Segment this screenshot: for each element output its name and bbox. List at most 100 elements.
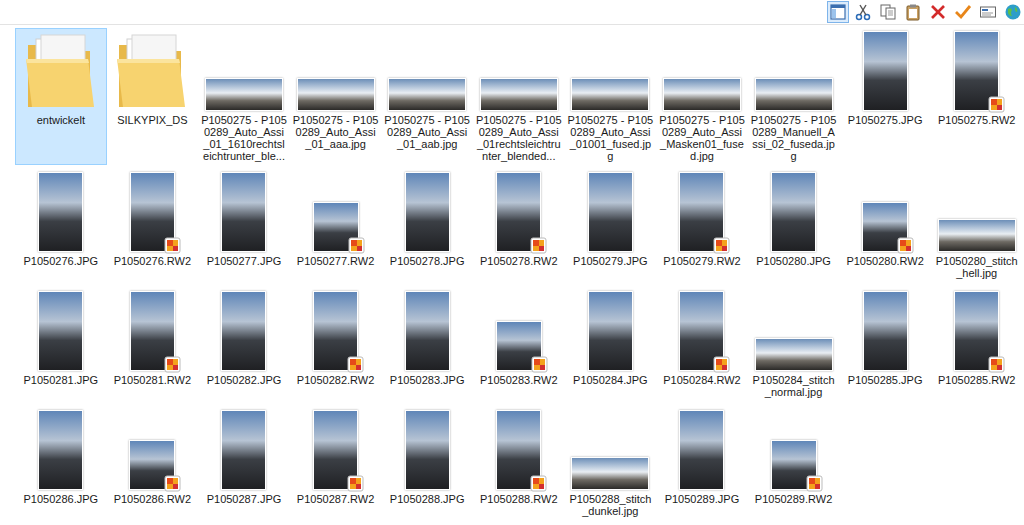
globe-icon [1004,3,1022,21]
file-item[interactable]: P1050275 - P1050289_Auto_Assi_Masken01_f… [656,28,748,165]
file-item[interactable]: P1050285.RW2 [931,288,1023,403]
file-name: P1050282.RW2 [293,374,379,400]
file-item[interactable]: P1050277.JPG [198,169,290,284]
file-item[interactable]: P1050284.JPG [565,288,657,403]
file-item[interactable]: P1050289.RW2 [748,407,840,522]
photo-thumbnail [480,78,558,111]
thumbnail-area [385,31,469,111]
photo-thumbnail [862,202,908,252]
file-item[interactable]: P1050285.JPG [839,288,931,403]
toolbar-button[interactable] [1002,1,1024,23]
delete-icon [929,3,947,21]
photo-thumbnail [771,440,817,490]
file-item[interactable]: P1050279.RW2 [656,169,748,284]
file-item[interactable]: P1050280_stitch_hell.jpg [931,169,1023,284]
file-name: P1050286.JPG [18,493,104,519]
file-name: P1050288_stitch_dunkel.jpg [567,493,653,519]
thumbnail-area [477,31,561,111]
file-name: P1050279.JPG [567,255,653,281]
raw-file-icon [347,356,364,373]
toolbar-button[interactable] [977,1,999,23]
file-item[interactable]: P1050286.JPG [15,407,107,522]
file-item[interactable]: P1050275 - P1050289_Auto_Assi_01rechtsle… [473,28,565,165]
raw-file-icon [164,475,181,492]
file-item[interactable]: P1050288_stitch_dunkel.jpg [565,407,657,522]
file-item[interactable]: P1050276.RW2 [107,169,199,284]
thumbnail-area [202,291,286,371]
file-item[interactable]: P1050283.RW2 [473,288,565,403]
file-item[interactable]: P1050277.RW2 [290,169,382,284]
toolbar-button[interactable] [827,1,849,23]
thumbnail-area [568,172,652,252]
folder-item[interactable]: entwickelt [15,28,107,165]
toolbar-button[interactable] [852,1,874,23]
thumbnail-area [568,291,652,371]
raw-file-icon [806,475,823,492]
photo-thumbnail [205,78,283,111]
file-name: P1050276.RW2 [109,255,195,281]
thumbnail-area [110,291,194,371]
file-item[interactable]: P1050281.RW2 [107,288,199,403]
photo-thumbnail [405,172,450,252]
file-item[interactable]: P1050275.RW2 [931,28,1023,165]
file-item[interactable]: P1050275 - P1050289_Auto_Assi_01001_fuse… [565,28,657,165]
file-item[interactable]: P1050276.JPG [15,169,107,284]
file-item[interactable]: P1050275.JPG [839,28,931,165]
photo-thumbnail [297,78,375,111]
file-item[interactable]: P1050279.JPG [565,169,657,284]
folder-icon [115,31,189,111]
photo-thumbnail [496,321,542,371]
file-item[interactable]: P1050278.JPG [381,169,473,284]
file-item[interactable]: P1050288.RW2 [473,407,565,522]
photo-thumbnail [221,172,266,252]
thumbnail-area [19,31,103,111]
file-name: P1050275 - P1050289_Auto_Assi_Masken01_f… [659,114,745,162]
raw-file-icon [531,356,548,373]
file-item[interactable]: P1050283.JPG [381,288,473,403]
photo-thumbnail [863,291,908,371]
photo-thumbnail [755,338,833,371]
toolbar-button[interactable] [877,1,899,23]
thumbnail-area [660,31,744,111]
thumbnail-area [19,291,103,371]
file-item[interactable]: P1050287.RW2 [290,407,382,522]
photo-thumbnail [679,172,724,252]
file-item[interactable]: P1050284.RW2 [656,288,748,403]
file-name: P1050275 - P1050289_Manuell_Assi_02_fuse… [751,114,837,162]
file-item[interactable]: P1050275 - P1050289_Manuell_Assi_02_fuse… [748,28,840,165]
photo-thumbnail [38,291,83,371]
thumbnail-area [294,31,378,111]
file-item[interactable]: P1050284_stitch_normal.jpg [748,288,840,403]
thumbnail-area [568,31,652,111]
file-item[interactable]: P1050281.JPG [15,288,107,403]
file-item[interactable]: P1050289.JPG [656,407,748,522]
file-item[interactable]: P1050288.JPG [381,407,473,522]
toolbar-button[interactable] [902,1,924,23]
file-item[interactable]: P1050282.RW2 [290,288,382,403]
raw-file-icon [347,475,364,492]
thumbnail-area [935,172,1019,252]
file-item[interactable]: P1050275 - P1050289_Auto_Assi_01_aaa.jpg [290,28,382,165]
thumbnail-area [19,172,103,252]
file-name: P1050280_stitch_hell.jpg [934,255,1020,281]
file-item[interactable]: P1050282.JPG [198,288,290,403]
photo-thumbnail [313,410,358,490]
file-name: P1050283.RW2 [476,374,562,400]
clipboard-icon [904,3,922,21]
thumbnail-area [752,31,836,111]
file-item[interactable]: P1050287.JPG [198,407,290,522]
file-item[interactable]: P1050278.RW2 [473,169,565,284]
toolbar-button[interactable] [927,1,949,23]
file-name: P1050288.JPG [384,493,470,519]
folder-icon [24,31,98,111]
folder-item[interactable]: SILKYPIX_DS [107,28,199,165]
file-item[interactable]: P1050280.JPG [748,169,840,284]
file-item[interactable]: P1050275 - P1050289_Auto_Assi_01_aab.jpg [381,28,473,165]
toolbar-button[interactable] [952,1,974,23]
thumbnail-area [568,410,652,490]
raw-file-icon [713,237,730,254]
file-item[interactable]: P1050275 - P1050289_Auto_Assi_01_1610rec… [198,28,290,165]
toolbar [0,0,1024,25]
file-item[interactable]: P1050280.RW2 [839,169,931,284]
file-item[interactable]: P1050286.RW2 [107,407,199,522]
